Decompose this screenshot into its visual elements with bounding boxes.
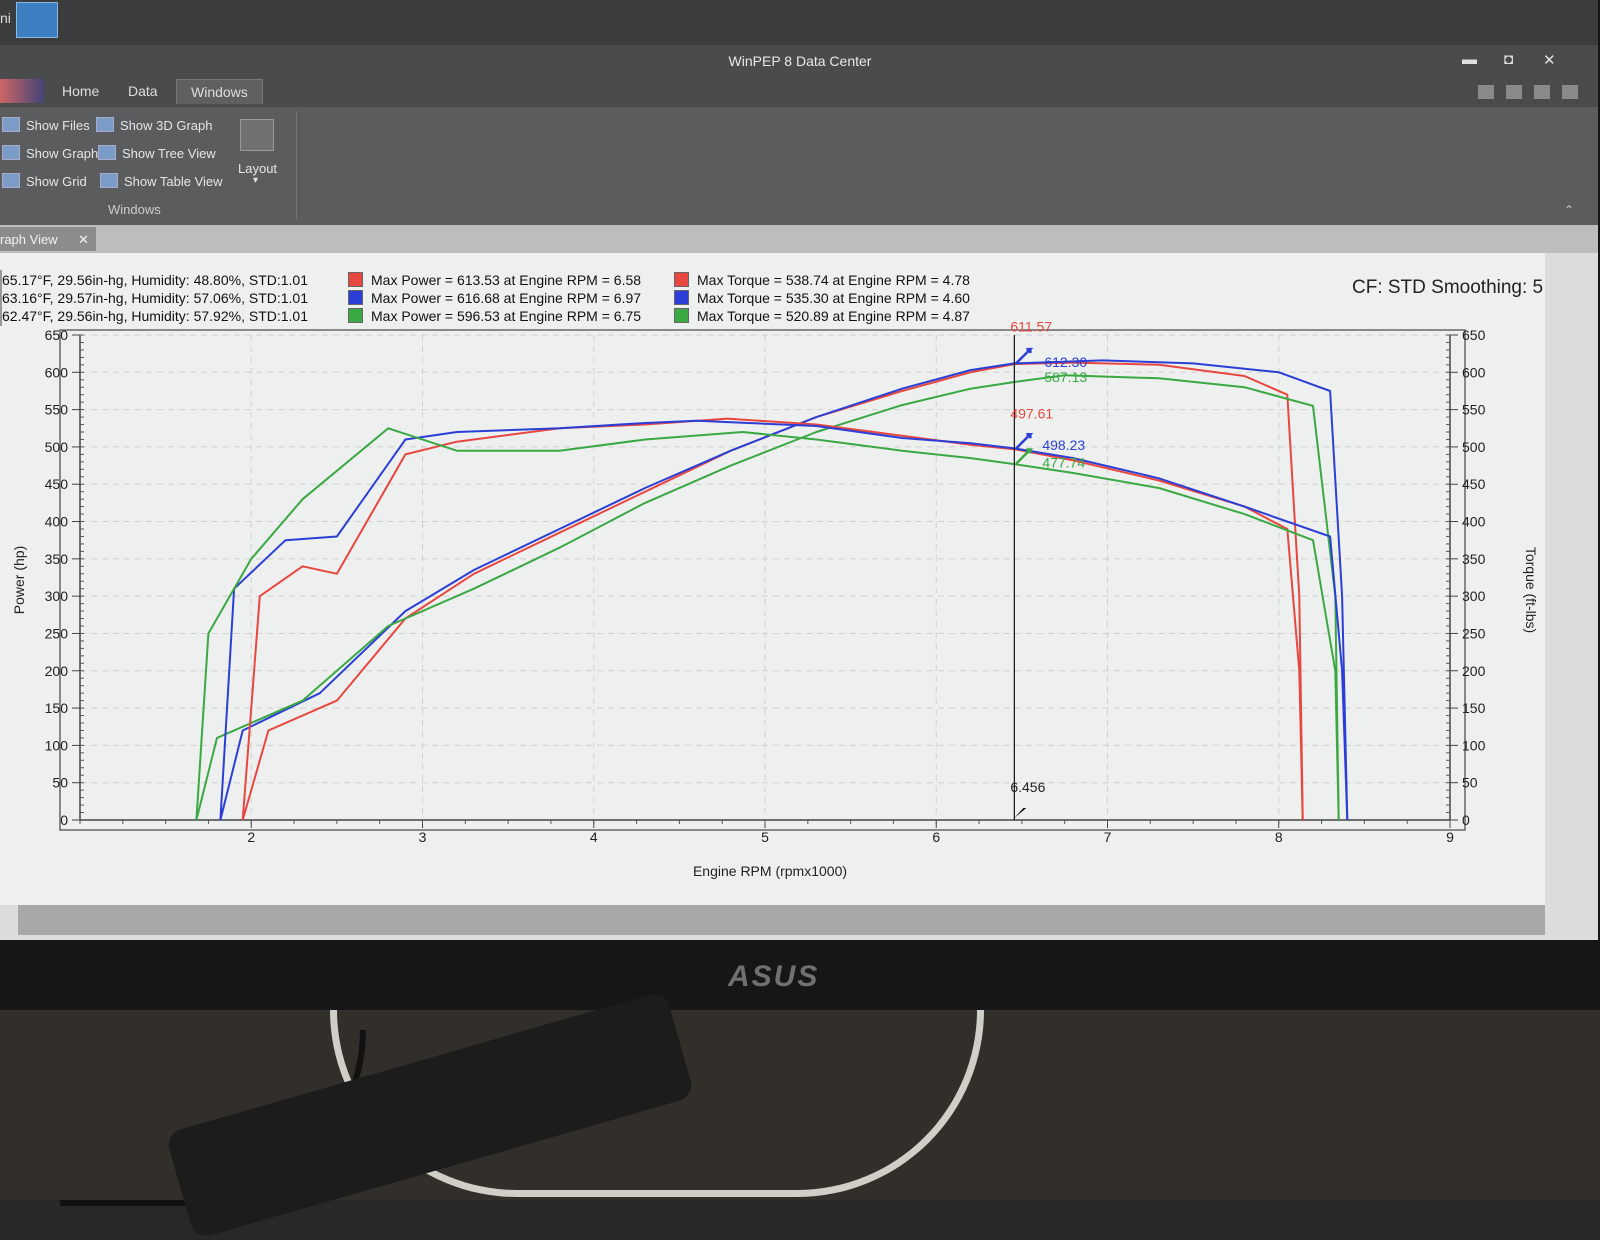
x-axis-label: Engine RPM (rpmx1000) bbox=[693, 863, 847, 879]
asus-logo: ASUS bbox=[728, 960, 820, 993]
torque-curve bbox=[195, 427, 1340, 821]
y2-tick-label: 300 bbox=[1462, 588, 1486, 604]
cursor-power-green-value: 587.13 bbox=[1044, 369, 1087, 385]
chart-series bbox=[195, 359, 1349, 821]
y-tick-label: 650 bbox=[45, 327, 69, 343]
legend-max-power: Max Power = 596.53 at Engine RPM = 6.75 bbox=[371, 308, 642, 324]
y2-tick-label: 400 bbox=[1462, 514, 1486, 530]
torque-axis: 0 50 100 150 200 250 300 350 400 450 500 550 600 650 bbox=[1446, 327, 1486, 828]
y2-tick-label: 0 bbox=[1462, 812, 1470, 828]
x-tick-label: 6 bbox=[932, 829, 940, 845]
x-tick-label: 5 bbox=[761, 829, 769, 845]
toolbar-icon[interactable] bbox=[1562, 85, 1578, 99]
y2-tick-label: 650 bbox=[1462, 327, 1486, 343]
x-tick-label: 3 bbox=[419, 829, 427, 845]
power-curve bbox=[241, 361, 1304, 821]
y2-tick-label: 350 bbox=[1462, 551, 1486, 567]
y2-tick-label: 100 bbox=[1462, 737, 1486, 753]
x-tick-label: 7 bbox=[1104, 829, 1112, 845]
x-tick-label: 9 bbox=[1446, 829, 1454, 845]
monitor: ni WinPEP 8 Data Center ▬ ◘ ✕ Home Data … bbox=[0, 0, 1600, 1010]
cursor-layer: 6.456611.57612.30587.13497.61498.23477.7… bbox=[1010, 319, 1087, 820]
legend-max-torque: Max Torque = 538.74 at Engine RPM = 4.78 bbox=[697, 272, 970, 288]
status-bar bbox=[18, 905, 1545, 935]
cursor-marker-arrow bbox=[1015, 432, 1034, 450]
collapse-ribbon-button[interactable]: ⌃ bbox=[1564, 203, 1574, 217]
rpm-axis: 2 3 4 5 6 7 8 9 bbox=[79, 819, 1454, 845]
y-tick-label: 50 bbox=[52, 775, 68, 791]
y2-axis-label: Torque (ft-lbs) bbox=[1523, 547, 1539, 633]
y-axis-label: Power (hp) bbox=[11, 546, 27, 614]
legend-max-torque: Max Torque = 520.89 at Engine RPM = 4.87 bbox=[697, 308, 970, 324]
cursor-power-blue-value: 612.30 bbox=[1044, 354, 1087, 370]
cursor-marker-arrow bbox=[1015, 347, 1034, 365]
x-tick-label: 4 bbox=[590, 829, 598, 845]
cursor-torque-green-value: 477.74 bbox=[1042, 455, 1085, 471]
cursor-torque-blue-value: 498.23 bbox=[1042, 437, 1085, 453]
legend-conditions: 65.17°F, 29.56in-hg, Humidity: 48.80%, S… bbox=[2, 272, 308, 288]
legend-swatch bbox=[348, 308, 363, 323]
x-tick-label: 2 bbox=[247, 829, 255, 845]
plot-area-frame bbox=[59, 329, 1466, 831]
legend-conditions: 63.16°F, 29.57in-hg, Humidity: 57.06%, S… bbox=[2, 290, 308, 306]
y2-tick-label: 550 bbox=[1462, 402, 1486, 418]
y2-tick-label: 50 bbox=[1462, 775, 1478, 791]
y-tick-label: 600 bbox=[45, 364, 69, 380]
power-curve bbox=[195, 374, 1340, 821]
y-tick-label: 200 bbox=[45, 663, 69, 679]
x-tick-label: 8 bbox=[1275, 829, 1283, 845]
y-tick-label: 400 bbox=[45, 514, 69, 530]
y-tick-label: 300 bbox=[45, 588, 69, 604]
y2-tick-label: 500 bbox=[1462, 439, 1486, 455]
legend-max-power: Max Power = 613.53 at Engine RPM = 6.58 bbox=[371, 272, 642, 288]
y-tick-label: 100 bbox=[45, 737, 69, 753]
legend-swatch bbox=[674, 290, 689, 305]
y-tick-label: 350 bbox=[45, 551, 69, 567]
y2-tick-label: 150 bbox=[1462, 700, 1486, 716]
y2-tick-label: 600 bbox=[1462, 364, 1486, 380]
cursor-torque-red-value: 497.61 bbox=[1010, 406, 1053, 422]
y2-tick-label: 200 bbox=[1462, 663, 1486, 679]
legend-conditions: 62.47°F, 29.56in-hg, Humidity: 57.92%, S… bbox=[2, 308, 308, 324]
legend-swatch bbox=[674, 308, 689, 323]
y-tick-label: 500 bbox=[45, 439, 69, 455]
screen: ni WinPEP 8 Data Center ▬ ◘ ✕ Home Data … bbox=[0, 0, 1598, 940]
y-tick-label: 0 bbox=[60, 812, 68, 828]
cursor-arrow bbox=[1014, 808, 1027, 818]
legend-swatch bbox=[348, 272, 363, 287]
power-axis: 0 50 100 150 200 250 300 350 400 450 500 550 600 650 bbox=[45, 327, 84, 828]
legend-swatch bbox=[674, 272, 689, 287]
y-tick-label: 550 bbox=[45, 402, 69, 418]
y-tick-label: 450 bbox=[45, 476, 69, 492]
legend-swatch bbox=[348, 290, 363, 305]
graph-legend: 65.17°F, 29.56in-hg, Humidity: 48.80%, S… bbox=[0, 270, 970, 326]
cursor-rpm-label: 6.456 bbox=[1010, 779, 1045, 795]
dyno-chart: 050100150200250300350400450500550600650 … bbox=[11, 319, 1539, 879]
y-tick-label: 250 bbox=[45, 625, 69, 641]
y2-tick-label: 250 bbox=[1462, 625, 1486, 641]
legend-max-torque: Max Torque = 535.30 at Engine RPM = 4.60 bbox=[697, 290, 970, 306]
y-tick-label: 150 bbox=[45, 700, 69, 716]
legend-max-power: Max Power = 616.68 at Engine RPM = 6.97 bbox=[371, 290, 642, 306]
y2-tick-label: 450 bbox=[1462, 476, 1486, 492]
